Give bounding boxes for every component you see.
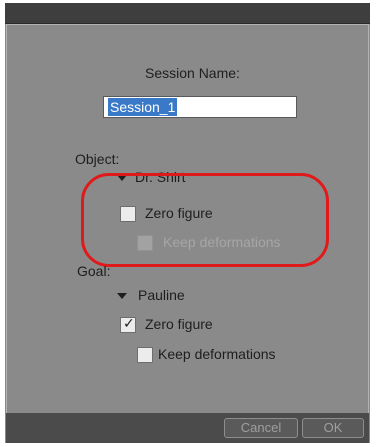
- goal-zero-figure-checkbox[interactable]: ✓: [120, 315, 136, 333]
- dialog-footer: Cancel OK: [6, 413, 369, 443]
- session-name-input[interactable]: Session_1: [103, 96, 297, 118]
- object-heading: Object:: [75, 151, 120, 167]
- session-name-label: Session Name:: [145, 65, 240, 81]
- session-dialog: Session Name: Session_1 Object: Dr. Shir…: [5, 3, 370, 443]
- triangle-down-icon[interactable]: [117, 293, 127, 299]
- goal-heading: Goal:: [77, 263, 111, 279]
- goal-zero-figure-label[interactable]: Zero figure: [145, 316, 213, 332]
- cancel-button[interactable]: Cancel: [224, 418, 298, 438]
- goal-keep-deformations-label[interactable]: Keep deformations: [158, 346, 276, 362]
- ok-button[interactable]: OK: [302, 418, 364, 438]
- checkmark-icon: ✓: [123, 315, 135, 331]
- session-name-value: Session_1: [108, 98, 178, 116]
- goal-keep-deformations-checkbox[interactable]: [137, 347, 153, 363]
- dialog-titlebar[interactable]: [5, 3, 370, 24]
- goal-item-pauline[interactable]: Pauline: [138, 287, 185, 303]
- annotation-highlight-ellipse: [81, 173, 329, 267]
